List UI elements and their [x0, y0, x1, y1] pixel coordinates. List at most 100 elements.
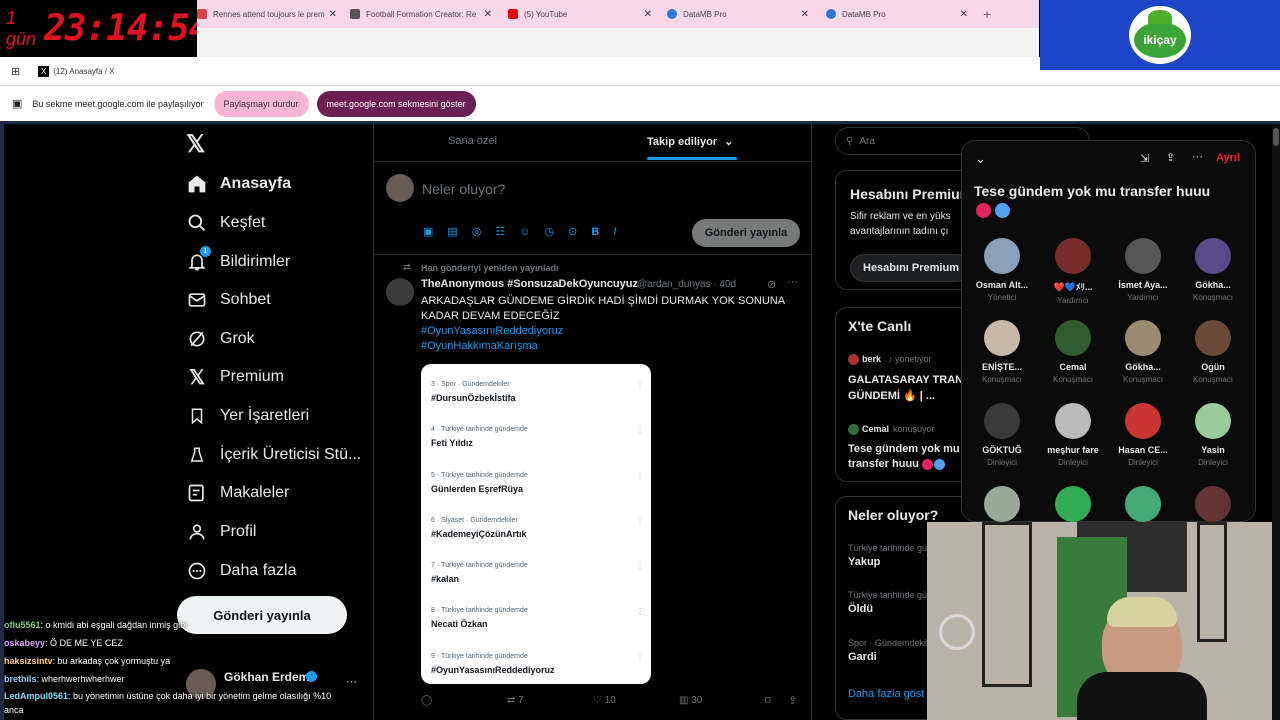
views-button[interactable]: ▥ 30	[679, 695, 702, 706]
space-participant[interactable]: Hasan CE... Dinleyici	[1110, 403, 1176, 467]
premium-text: Sifir reklam ve en yüks	[850, 211, 951, 222]
reply-button[interactable]: ◯	[421, 695, 432, 706]
tab-for-you[interactable]: Sana özel	[448, 135, 497, 147]
webcam-feed	[927, 522, 1280, 720]
space-participant[interactable]: Yasin Dinleyici	[1180, 403, 1246, 467]
window-tab-title[interactable]: (12) Anasayfa / X	[53, 67, 114, 76]
space-participant[interactable]: Gökha... Konuşmacı	[1180, 238, 1246, 302]
search-icon: ⚲	[846, 135, 854, 147]
nav-bookmarks[interactable]: Yer İşaretleri	[186, 405, 309, 427]
close-tab-icon[interactable]: ✕	[801, 9, 809, 20]
like-button[interactable]: ♡ 10	[593, 695, 616, 706]
gif-icon[interactable]: ▤	[447, 226, 471, 238]
more-icon[interactable]: ···	[1192, 151, 1203, 163]
nav-label: Premium	[220, 368, 285, 385]
close-tab-icon[interactable]: ✕	[329, 9, 337, 20]
chat-text: : bu arkadaş çok yormuştu ya	[52, 656, 171, 666]
space-participant[interactable]: ENİŞTE... Konuşmacı	[969, 320, 1035, 384]
grok-icon[interactable]: ◎	[472, 226, 496, 238]
live-space-title[interactable]: transfer huuu	[848, 458, 945, 470]
nav-home[interactable]: Anasayfa	[186, 173, 291, 195]
tweet-avatar[interactable]	[386, 278, 414, 306]
trend-name[interactable]: Yakup	[848, 556, 880, 568]
chat-message: LedAmpul0561: bu yönetimin üstüne çok da…	[4, 691, 331, 701]
chat-text: : bu yönetimin üstüne çok daha iyi bir y…	[68, 691, 332, 701]
space-participant[interactable]: meşhur fare Dinleyici	[1040, 403, 1106, 467]
trend-name: Günlerden EşrefRüya	[431, 484, 524, 494]
leave-button[interactable]: Ayrıl	[1216, 152, 1240, 164]
live-space-title[interactable]: GALATASARAY TRANS	[848, 374, 970, 386]
share-icon[interactable]: ⇪	[788, 694, 797, 707]
participant-role: Dinleyici	[1128, 458, 1158, 467]
nav-messages[interactable]: Sohbet	[186, 289, 271, 311]
space-participant[interactable]: Cemal Konuşmacı	[1040, 320, 1106, 384]
grid-icon[interactable]: ⊞	[11, 65, 20, 78]
compose-post-button[interactable]: Gönderi yayınla	[692, 219, 800, 247]
space-participant[interactable]: Gökha... Konuşmacı	[1110, 320, 1176, 384]
trend-item: 7 · Türkiye tarihinde gündemde #kalan ⋮	[431, 562, 644, 584]
italic-icon[interactable]: I	[613, 226, 630, 238]
nav-articles[interactable]: Makaleler	[186, 482, 289, 504]
x-logo-icon[interactable]: 𝕏	[186, 130, 205, 159]
new-tab-button[interactable]: +	[983, 3, 997, 25]
bookmark-icon[interactable]: ⌑	[765, 694, 771, 707]
emoji-icon[interactable]: ☺	[519, 226, 544, 238]
browser-tab[interactable]: DataMB Pro ✕	[667, 3, 809, 25]
post-button[interactable]: Gönderi yayınla	[177, 596, 347, 634]
compose-input[interactable]: Neler oluyor?	[422, 181, 505, 197]
close-tab-icon[interactable]: ✕	[644, 9, 652, 20]
hashtag-link[interactable]: #OyunYasasınıReddediyoruz	[421, 325, 563, 337]
share-icon[interactable]: ⇪	[1166, 151, 1175, 164]
bold-icon[interactable]: B	[591, 226, 613, 238]
nav-premium[interactable]: 𝕏 Premium	[186, 366, 285, 389]
nav-explore[interactable]: Keşfet	[186, 212, 265, 234]
collapse-icon[interactable]: ⌄	[975, 151, 986, 167]
space-participant[interactable]: Osman Alt... Yönetici	[969, 238, 1035, 302]
schedule-icon[interactable]: ◷	[545, 226, 569, 238]
tweet-author[interactable]: TheAnonymous #SonsuzaDekOyuncuyuz	[421, 278, 638, 290]
grok-icon[interactable]: ⊘	[767, 278, 776, 291]
nav-profile[interactable]: Profil	[186, 521, 256, 543]
verified-icon	[306, 671, 317, 682]
live-space-title[interactable]: GÜNDEMİ 🔥 | ...	[848, 389, 935, 402]
trend-name[interactable]: Öldü	[848, 603, 873, 615]
nav-grok[interactable]: Grok	[186, 328, 255, 350]
space-participant[interactable]: İsmet Aya... Yardımcı	[1110, 238, 1176, 302]
timer-clock: 23:14:54	[44, 8, 210, 49]
show-tab-button[interactable]: meet.google.com sekmesini göster	[316, 90, 476, 117]
stop-sharing-button[interactable]: Paylaşmayı durdur	[213, 90, 309, 117]
nav-creator-studio[interactable]: İçerik Üreticisi Stü...	[186, 444, 361, 466]
fan	[939, 614, 975, 650]
tab-following[interactable]: Takip ediliyor ⌄	[647, 135, 733, 148]
premium-button[interactable]: Hesabını Premium	[850, 254, 970, 282]
hashtag-link[interactable]: #OyunHakkımaKarışma	[421, 340, 538, 352]
left-frame	[0, 124, 4, 720]
live-space-title[interactable]: Tese gündem yok mu	[848, 443, 960, 455]
column-divider	[373, 124, 374, 720]
browser-tab[interactable]: (5) YouTube ✕	[508, 3, 652, 25]
nav-more[interactable]: Daha fazla	[186, 560, 297, 582]
space-participant[interactable]: GÖKTUĞ Dinleyici	[969, 403, 1035, 467]
browser-tab[interactable]: DataMB Pro ✕	[826, 3, 968, 25]
account-menu-icon[interactable]: ···	[346, 676, 357, 688]
minimize-icon[interactable]: ⇲	[1140, 152, 1149, 165]
tweet-menu-icon[interactable]: ···	[787, 276, 798, 288]
close-tab-icon[interactable]: ✕	[960, 9, 968, 20]
image-icon[interactable]: ▣	[423, 226, 447, 238]
scrollbar[interactable]	[1272, 124, 1280, 720]
show-more-link[interactable]: Daha fazla göst	[848, 688, 924, 700]
nav-label: Bildirimler	[220, 253, 291, 270]
nav-notifications[interactable]: 1 Bildirimler	[186, 246, 291, 273]
close-tab-icon[interactable]: ✕	[484, 9, 492, 20]
poll-icon[interactable]: ☷	[495, 226, 519, 238]
browser-tab[interactable]: Football Formation Creator: Re ✕	[350, 3, 492, 25]
trend-name[interactable]: Gardi	[848, 651, 877, 663]
avatar	[1195, 486, 1231, 522]
space-participant[interactable]: ❤️💙ﾒﾘ... Yardımcı	[1040, 238, 1106, 305]
location-icon[interactable]: ⊙	[568, 226, 591, 238]
repost-button[interactable]: ⇄ 7	[507, 695, 524, 706]
space-participant[interactable]: Ogün Konuşmacı	[1180, 320, 1246, 384]
browser-tab[interactable]: Rennes attend toujours le prem ✕	[197, 3, 337, 25]
scrollbar-thumb[interactable]	[1273, 128, 1279, 146]
search-icon	[186, 212, 208, 234]
